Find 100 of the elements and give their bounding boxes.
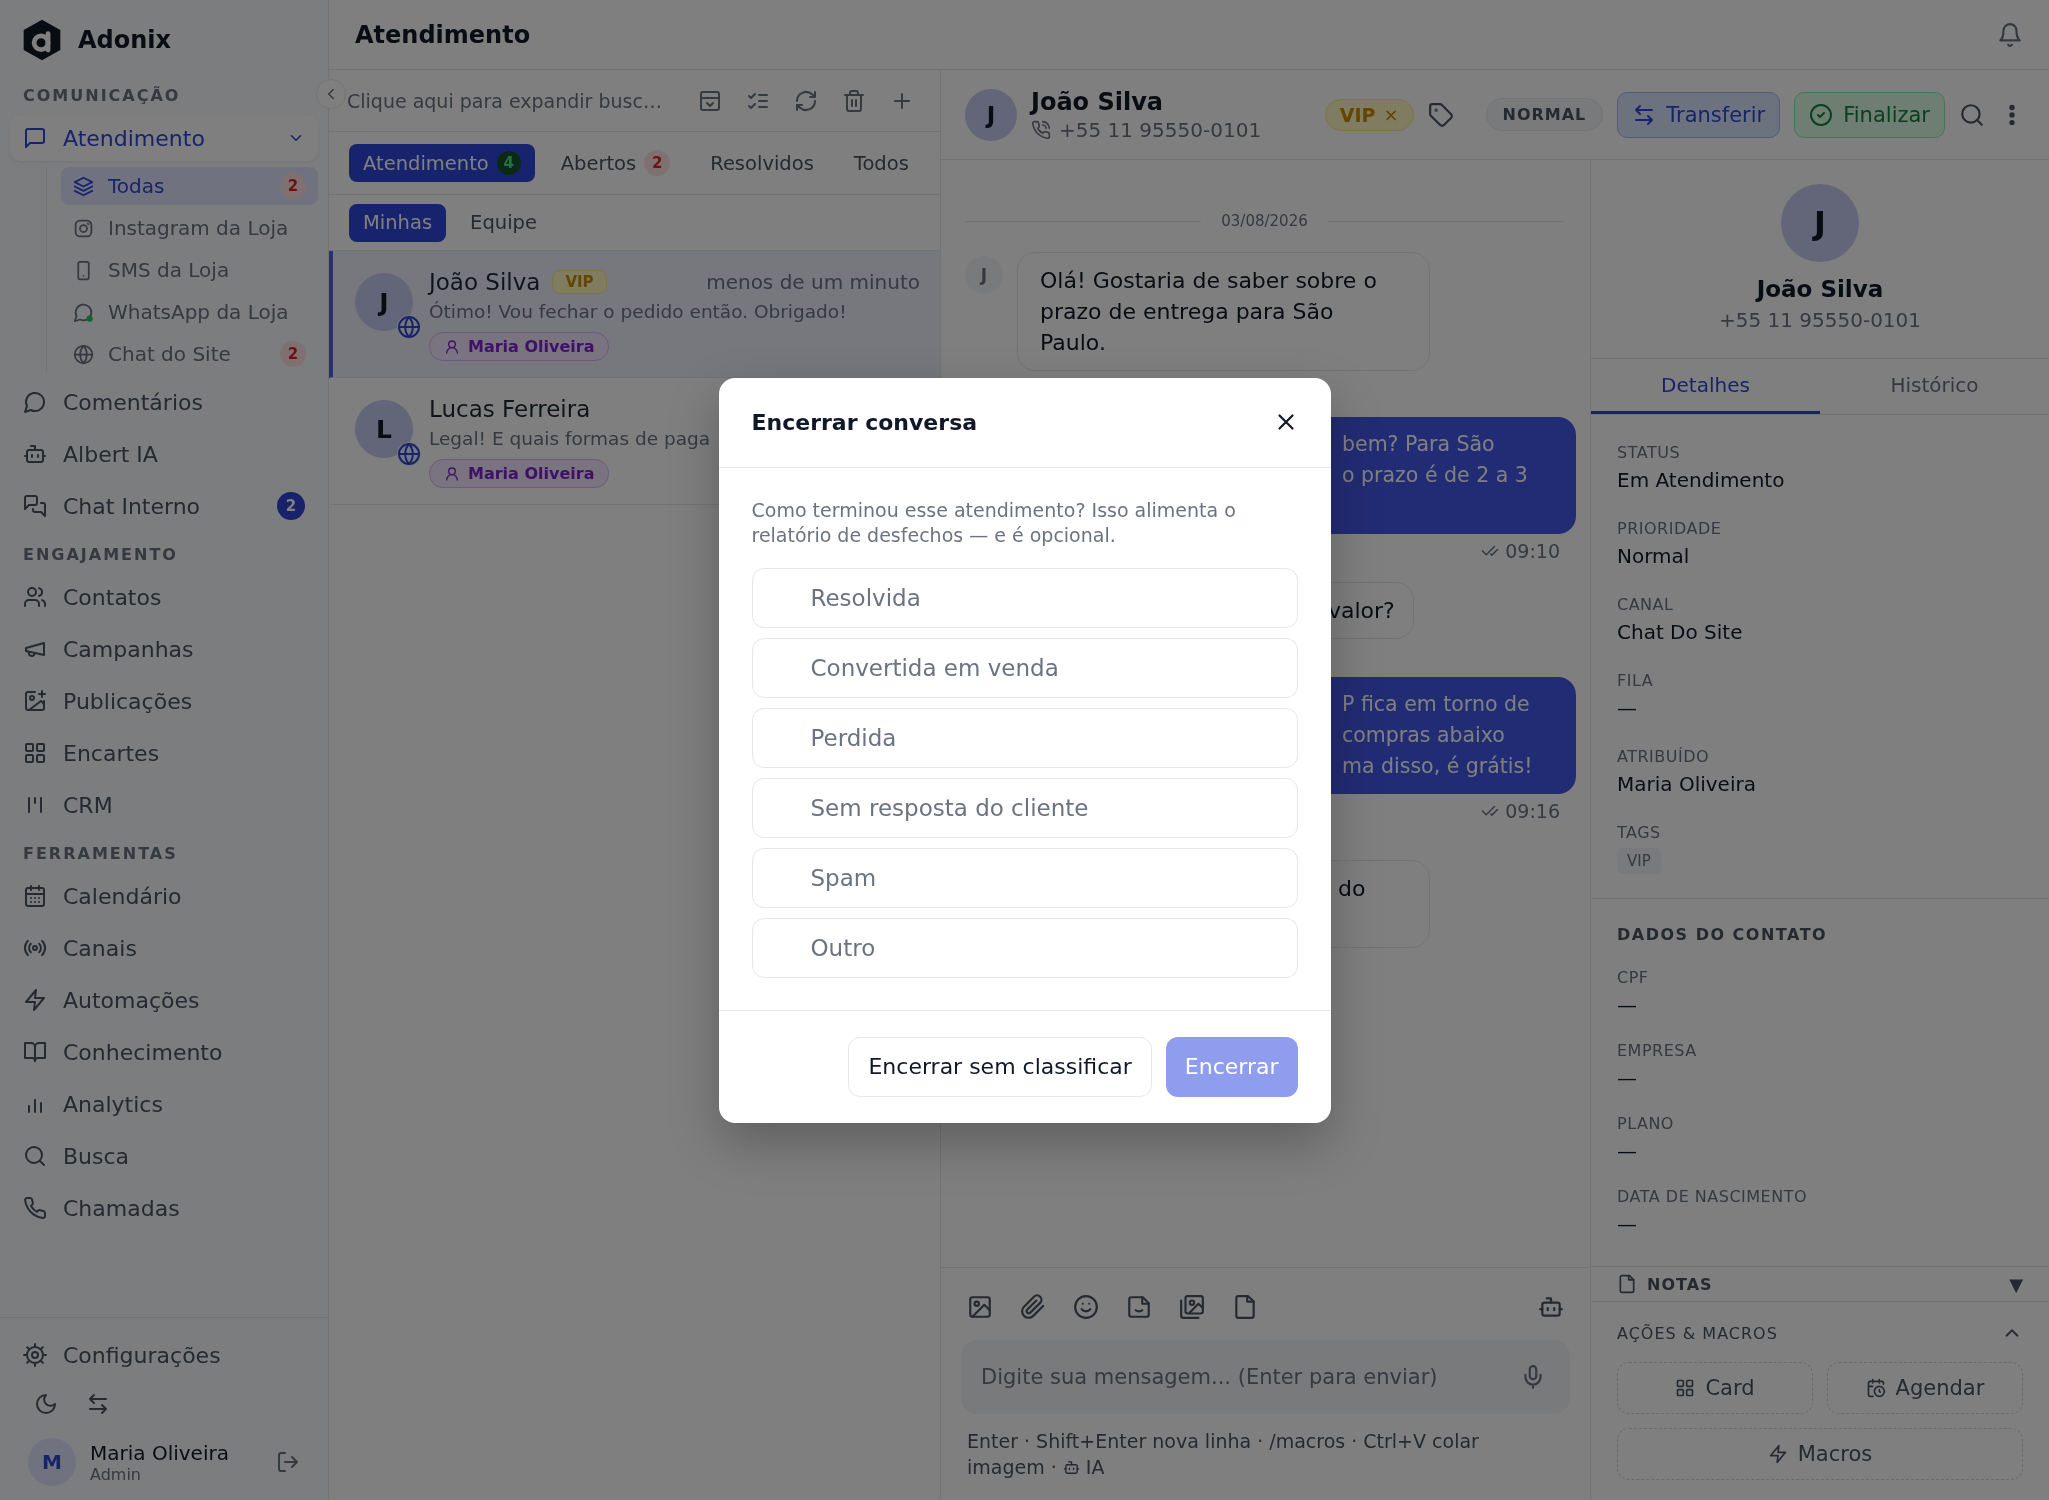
grid-icon: [1675, 1378, 1696, 1398]
date-divider: 03/08/2026: [1221, 212, 1308, 230]
shortcut-hint: Enter · Shift+Enter nova linha · /macros · Ctrl+V colar: [967, 1429, 1480, 1454]
nav-item[interactable]: Encartes: [10, 730, 318, 776]
nav-item[interactable]: Contatos: [10, 574, 318, 620]
trash-icon[interactable]: [842, 88, 866, 113]
file-icon[interactable]: [1232, 1294, 1258, 1320]
nav-item[interactable]: Atendimento: [10, 115, 318, 161]
scope-tab[interactable]: Equipe: [456, 203, 551, 242]
user-icon: [444, 338, 460, 355]
notes-header[interactable]: NOTAS ▼: [1591, 1267, 2049, 1302]
macro-button[interactable]: Macros: [1617, 1428, 2023, 1480]
filter-tab[interactable]: Todos: [839, 144, 923, 182]
ai-label: IA: [1085, 1455, 1105, 1480]
nav-item[interactable]: Canais: [10, 925, 318, 971]
search-icon[interactable]: [1959, 101, 1985, 128]
book-icon: [23, 1040, 47, 1064]
scope-tab[interactable]: Minhas: [349, 203, 447, 242]
robot-icon: [1062, 1458, 1080, 1476]
message-time: 09:16: [1505, 800, 1560, 822]
logout-icon[interactable]: [276, 1450, 300, 1474]
contact-name: Lucas Ferreira: [429, 396, 591, 422]
bell-icon[interactable]: [1997, 21, 2023, 48]
user-avatar: M: [28, 1438, 76, 1486]
nav-item[interactable]: Calendário: [10, 873, 318, 919]
nav-subitem[interactable]: Instagram da Loja: [61, 209, 318, 247]
message-preview: Legal! E quais formas de paga: [429, 428, 712, 449]
speech-bubble-icon: [73, 301, 94, 323]
message-bubble: Olá! Gostaria de saber sobre o prazo de entrega para São Paulo.: [1017, 252, 1430, 371]
field-label: STATUS: [1617, 443, 1682, 462]
nav-subitem[interactable]: SMS da Loja: [61, 251, 318, 289]
smile-icon[interactable]: [1073, 1294, 1099, 1320]
secondary-button[interactable]: Encerrar sem classificar: [848, 1036, 1152, 1097]
nav-item[interactable]: Campanhas: [10, 626, 318, 672]
field-label: FILA: [1617, 671, 1655, 690]
image-icon[interactable]: [967, 1294, 993, 1320]
gallery-icon[interactable]: [1179, 1294, 1205, 1320]
paperclip-icon[interactable]: [1020, 1294, 1046, 1320]
assignee-chip: Maria Oliveira: [429, 332, 610, 361]
user-name: Maria Oliveira: [90, 1440, 230, 1465]
nav-item[interactable]: Busca: [10, 1133, 318, 1179]
nav-item[interactable]: Automações: [10, 977, 318, 1023]
contact-phone: +55 11 95550-0101: [1059, 117, 1262, 142]
swap-arrows-icon[interactable]: [86, 1392, 110, 1416]
nav-item[interactable]: Chat Interno 2: [10, 483, 318, 529]
nav-item[interactable]: Publicações: [10, 678, 318, 724]
moon-icon[interactable]: [34, 1392, 58, 1416]
count-badge: 4: [496, 151, 521, 175]
field-value: —: [1617, 1139, 1638, 1163]
nav-item[interactable]: Albert IA: [10, 431, 318, 477]
nav-item[interactable]: Chamadas: [10, 1185, 318, 1231]
nav-item[interactable]: Analytics: [10, 1081, 318, 1127]
field-value: —: [1617, 993, 1638, 1017]
lightning-icon: [1767, 1444, 1788, 1464]
sticker-icon[interactable]: [1126, 1294, 1152, 1320]
nav-subitem[interactable]: Todas 2: [61, 167, 318, 205]
outcome-option[interactable]: Perdida: [751, 707, 1298, 768]
nav-item[interactable]: Comentários: [10, 379, 318, 425]
nav-item[interactable]: CRM: [10, 782, 318, 828]
filter-tab[interactable]: Abertos 2: [546, 144, 685, 182]
details-tab[interactable]: Histórico: [1820, 359, 2049, 414]
speech-bubble-icon: [23, 390, 47, 414]
details-tab[interactable]: Detalhes: [1591, 359, 1820, 414]
phone-icon: [23, 1196, 47, 1220]
outcome-option[interactable]: Resolvida: [751, 567, 1298, 628]
conversation-item[interactable]: J João Silva VIP menos de um minuto Ótimo! Vou fechar o pedido então. Obrigado! Maria Oliveira: [329, 251, 940, 378]
field-value: Chat Do Site: [1617, 620, 1744, 644]
field-label: TAGS: [1617, 823, 1662, 842]
field-label: ATRIBUÍDO: [1617, 747, 1711, 766]
settings-icon: [23, 1343, 47, 1367]
filter-tab[interactable]: Atendimento 4: [349, 144, 535, 182]
search-field[interactable]: Clique aqui para expandir busc…: [347, 89, 674, 112]
macro-button[interactable]: Agendar: [1827, 1362, 2023, 1414]
nav-item[interactable]: Configurações: [10, 1332, 318, 1378]
robot-icon[interactable]: [1538, 1294, 1564, 1320]
archive-icon[interactable]: [698, 88, 722, 113]
refresh-icon[interactable]: [794, 88, 818, 113]
nav-subitem[interactable]: WhatsApp da Loja: [61, 293, 318, 331]
outcome-option[interactable]: Convertida em venda: [751, 637, 1298, 698]
contact-avatar: J: [965, 88, 1017, 141]
nav-subitem[interactable]: Chat do Site 2: [61, 335, 318, 373]
page-title: Atendimento: [355, 20, 531, 49]
macro-button[interactable]: Card: [1617, 1362, 1813, 1414]
tag-icon[interactable]: [1427, 101, 1454, 128]
message-time: 09:10: [1505, 540, 1560, 562]
remove-tag-button[interactable]: ×: [1383, 104, 1399, 125]
contact-avatar: J: [1781, 184, 1859, 262]
nav-item[interactable]: Conhecimento: [10, 1029, 318, 1075]
finish-button[interactable]: Finalizar: [1794, 91, 1945, 138]
outcome-option[interactable]: Spam: [751, 847, 1298, 908]
outcome-option[interactable]: Outro: [751, 917, 1298, 978]
contact-name: João Silva: [1756, 276, 1884, 302]
outcome-option[interactable]: Sem resposta do cliente: [751, 777, 1298, 838]
field-value: Normal: [1617, 544, 1691, 568]
filter-tab[interactable]: Resolvidos: [696, 144, 828, 182]
priority-badge: NORMAL: [1485, 98, 1604, 131]
search-icon: [23, 1144, 47, 1168]
section-title: FERRAMENTAS: [22, 843, 179, 865]
field-value: —: [1617, 696, 1638, 720]
transfer-button[interactable]: Transferir: [1617, 91, 1781, 138]
